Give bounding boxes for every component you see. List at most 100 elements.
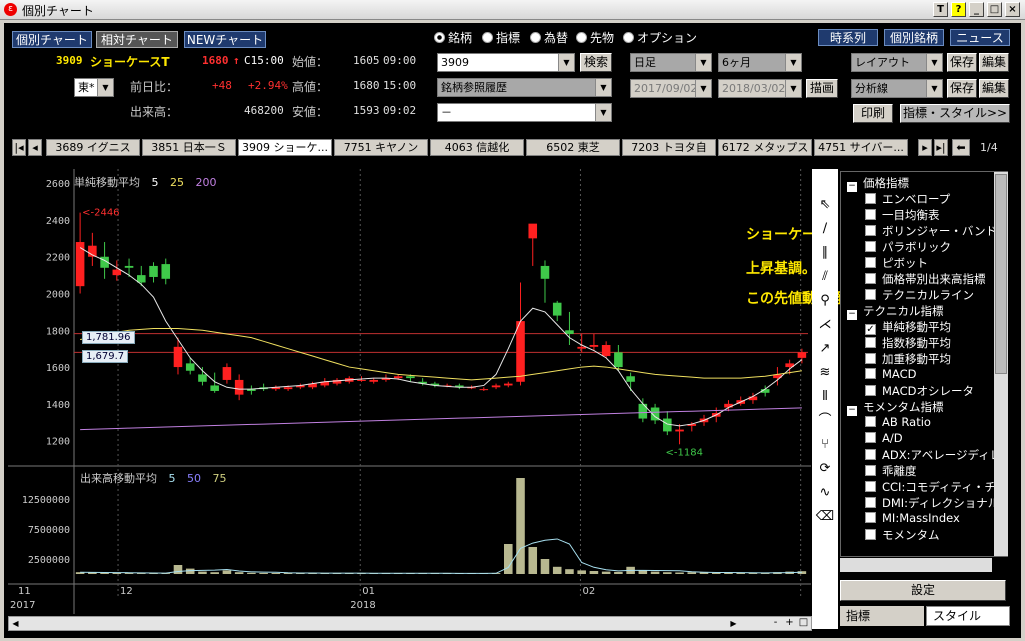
checkbox[interactable]: ✓ xyxy=(865,324,876,335)
tree-checkbox-item[interactable]: 乖離度 xyxy=(865,463,917,479)
tab-back-icon[interactable]: ⬅ xyxy=(952,139,970,156)
stock-tab-6[interactable]: 6502 東芝 xyxy=(526,139,620,156)
tab-prev-button[interactable]: ◂ xyxy=(28,139,42,156)
tree-checkbox-item[interactable]: ADX:アベレージディレクショナル xyxy=(865,447,1007,463)
close-button[interactable]: × xyxy=(1005,2,1020,17)
range-combo[interactable]: 6ヶ月 ▼ xyxy=(718,53,802,72)
tree-checkbox-item[interactable]: エンベロープ xyxy=(865,191,950,207)
checkbox[interactable] xyxy=(865,368,876,379)
market-select[interactable]: 東* ▼ xyxy=(74,78,114,97)
text-mode-button[interactable]: T xyxy=(933,2,948,17)
hline-label-2[interactable]: 1,679.7 xyxy=(82,350,129,363)
gann-icon[interactable]: ⚲ xyxy=(815,291,835,311)
pitchfork-icon[interactable]: ⑂ xyxy=(815,435,835,455)
tree-checkbox-item[interactable]: ピボット xyxy=(865,255,928,271)
nav-news[interactable]: ニュース xyxy=(950,29,1010,46)
tree-group[interactable]: − モメンタム指標 xyxy=(847,399,944,416)
tab-first-button[interactable]: |◂ xyxy=(12,139,26,156)
checkbox[interactable] xyxy=(865,512,876,523)
tree-checkbox-item[interactable]: CCI:コモディティ・チャネル xyxy=(865,479,1007,495)
radio-options[interactable]: オプション xyxy=(623,29,697,46)
fan-icon[interactable]: ⋌ xyxy=(815,315,835,335)
hline-label-1[interactable]: 1,781.96 xyxy=(82,331,135,344)
checkbox[interactable] xyxy=(865,432,876,443)
fibonacci-icon[interactable]: ⫽ xyxy=(815,267,835,287)
tree-checkbox-item[interactable]: A/D xyxy=(865,431,903,445)
history-combo[interactable]: 銘柄参照履歴 ▼ xyxy=(437,78,612,97)
radio-stock[interactable]: 銘柄 xyxy=(434,29,472,46)
analysis-combo[interactable]: 分析線 ▼ xyxy=(851,79,943,98)
zoom-out-icon[interactable]: - xyxy=(769,617,782,630)
tree-checkbox-item[interactable]: AB Ratio xyxy=(865,415,931,429)
tree-checkbox-item[interactable]: MACD xyxy=(865,367,916,381)
trend-line-icon[interactable]: ∕ xyxy=(815,219,835,239)
radio-futures[interactable]: 先物 xyxy=(576,29,614,46)
tree-scrollbar[interactable] xyxy=(994,172,1008,556)
draw-button[interactable]: 描画 xyxy=(806,79,838,98)
channel-icon[interactable]: ⫴ xyxy=(815,387,835,407)
radio-fx[interactable]: 為替 xyxy=(530,29,568,46)
tree-checkbox-item[interactable]: 価格帯別出来高指標 xyxy=(865,271,986,287)
tree-checkbox-item[interactable]: MACDオシレータ xyxy=(865,383,974,399)
checkbox[interactable] xyxy=(865,257,876,268)
bottom-tab-style[interactable]: スタイル xyxy=(926,606,1010,626)
checkbox[interactable] xyxy=(865,337,876,348)
scroll-right-icon[interactable]: ▶ xyxy=(727,617,740,630)
analysis-edit-button[interactable]: 編集 xyxy=(979,79,1009,98)
delete-icon[interactable]: ⌫ xyxy=(815,507,835,527)
analysis-save-button[interactable]: 保存 xyxy=(947,79,977,98)
indicator-style-button[interactable]: 指標・スタイル>> xyxy=(900,104,1010,123)
scroll-left-icon[interactable]: ◀ xyxy=(9,617,22,630)
from-date-combo[interactable]: 2017/09/02 ▼ xyxy=(630,79,712,98)
layout-save-button[interactable]: 保存 xyxy=(947,53,977,72)
stock-tab-1[interactable]: 3689 イグニス xyxy=(46,139,140,156)
spiral-icon[interactable]: ∿ xyxy=(815,483,835,503)
tree-hscrollbar[interactable] xyxy=(840,558,992,572)
stock-tab-4[interactable]: 7751 キヤノン xyxy=(334,139,428,156)
price-chart[interactable]: 2600 2400 2200 2000 1800 1600 1400 1200 1250000… xyxy=(8,169,811,614)
bar-type-combo[interactable]: 日足 ▼ xyxy=(630,53,712,72)
nav-individual-chart[interactable]: 個別チャート xyxy=(12,31,92,48)
maximize-button[interactable]: □ xyxy=(987,2,1002,17)
zoom-in-icon[interactable]: + xyxy=(783,617,796,630)
minimize-button[interactable]: _ xyxy=(969,2,984,17)
checkbox[interactable] xyxy=(865,193,876,204)
print-button[interactable]: 印刷 xyxy=(853,104,893,123)
bottom-tab-indicator[interactable]: 指標 xyxy=(840,606,924,626)
tree-checkbox-item[interactable]: ✓ 単純移動平均 xyxy=(865,319,951,335)
third-combo[interactable]: － ▼ xyxy=(437,103,612,122)
checkbox[interactable] xyxy=(865,449,876,460)
tree-checkbox-item[interactable]: パラボリック xyxy=(865,239,951,255)
tree-group[interactable]: − 価格指標 xyxy=(847,175,909,192)
cycle-icon[interactable]: ⟳ xyxy=(815,459,835,479)
stock-tab-8[interactable]: 6172 メタップス xyxy=(718,139,812,156)
checkbox[interactable] xyxy=(865,209,876,220)
collapse-icon[interactable]: − xyxy=(847,310,857,320)
cursor-icon[interactable]: ⇖ xyxy=(815,195,835,215)
checkbox[interactable] xyxy=(865,529,876,540)
checkbox[interactable] xyxy=(865,241,876,252)
chart-hscrollbar[interactable]: ◀ ▶ - + □ xyxy=(8,616,812,631)
arc-icon[interactable]: ⌒ xyxy=(815,411,835,431)
checkbox[interactable] xyxy=(865,416,876,427)
tree-scroll-thumb[interactable] xyxy=(995,174,1007,374)
stock-tab-7[interactable]: 7203 トヨタ自 xyxy=(622,139,716,156)
tree-checkbox-item[interactable]: 指数移動平均 xyxy=(865,335,951,351)
stock-tab-2[interactable]: 3851 日本一Ｓ xyxy=(142,139,236,156)
collapse-icon[interactable]: − xyxy=(847,182,857,192)
nav-new-chart[interactable]: NEWチャート xyxy=(184,31,266,48)
checkbox[interactable] xyxy=(865,465,876,476)
checkbox[interactable] xyxy=(865,225,876,236)
zoom-reset-icon[interactable]: □ xyxy=(797,617,810,630)
tree-checkbox-item[interactable]: テクニカルライン xyxy=(865,287,974,303)
tree-checkbox-item[interactable]: 加重移動平均 xyxy=(865,351,951,367)
ray-icon[interactable]: ↗ xyxy=(815,339,835,359)
stock-tab-9[interactable]: 4751 サイバー... xyxy=(814,139,908,156)
nav-timeseries[interactable]: 時系列 xyxy=(818,29,878,46)
radio-indicator[interactable]: 指標 xyxy=(482,29,520,46)
code-combo[interactable]: 3909 ▼ xyxy=(437,53,575,72)
stock-tab-3[interactable]: 3909 ショーケ... xyxy=(238,139,332,156)
search-button[interactable]: 検索 xyxy=(580,53,612,72)
to-date-combo[interactable]: 2018/03/02 ▼ xyxy=(718,79,802,98)
layout-combo[interactable]: レイアウト ▼ xyxy=(851,53,943,72)
